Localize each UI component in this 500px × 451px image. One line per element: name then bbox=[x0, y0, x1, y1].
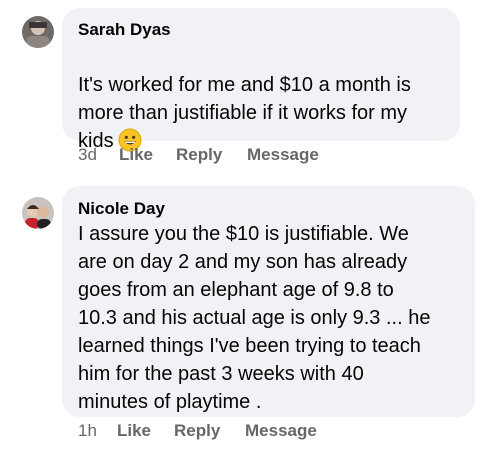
avatar-photo-icon bbox=[22, 197, 54, 229]
comment-timestamp[interactable]: 1h bbox=[78, 421, 97, 441]
like-button[interactable]: Like bbox=[119, 145, 153, 165]
message-button[interactable]: Message bbox=[245, 421, 317, 441]
comment-author[interactable]: Sarah Dyas bbox=[78, 20, 171, 40]
comment-actions: 1h Like Reply Message bbox=[78, 421, 378, 443]
comment-sarah-dyas: Sarah Dyas It's worked for me and $10 a … bbox=[0, 0, 500, 175]
comment-actions: 3d Like Reply Message bbox=[78, 145, 378, 167]
avatar[interactable] bbox=[22, 197, 54, 229]
reply-button[interactable]: Reply bbox=[174, 421, 220, 441]
comment-author[interactable]: Nicole Day bbox=[78, 199, 165, 219]
comment-text: I assure you the $10 is justifiable. We … bbox=[78, 223, 431, 413]
comment-nicole-day: Nicole Day I assure you the $10 is justi… bbox=[0, 175, 500, 451]
message-button[interactable]: Message bbox=[247, 145, 319, 165]
avatar[interactable] bbox=[22, 16, 54, 48]
reply-button[interactable]: Reply bbox=[176, 145, 222, 165]
avatar-photo-icon bbox=[22, 16, 54, 48]
comment-text: It's worked for me and $10 a month is mo… bbox=[78, 43, 458, 155]
like-button[interactable]: Like bbox=[117, 421, 151, 441]
comment-timestamp[interactable]: 3d bbox=[78, 145, 97, 165]
